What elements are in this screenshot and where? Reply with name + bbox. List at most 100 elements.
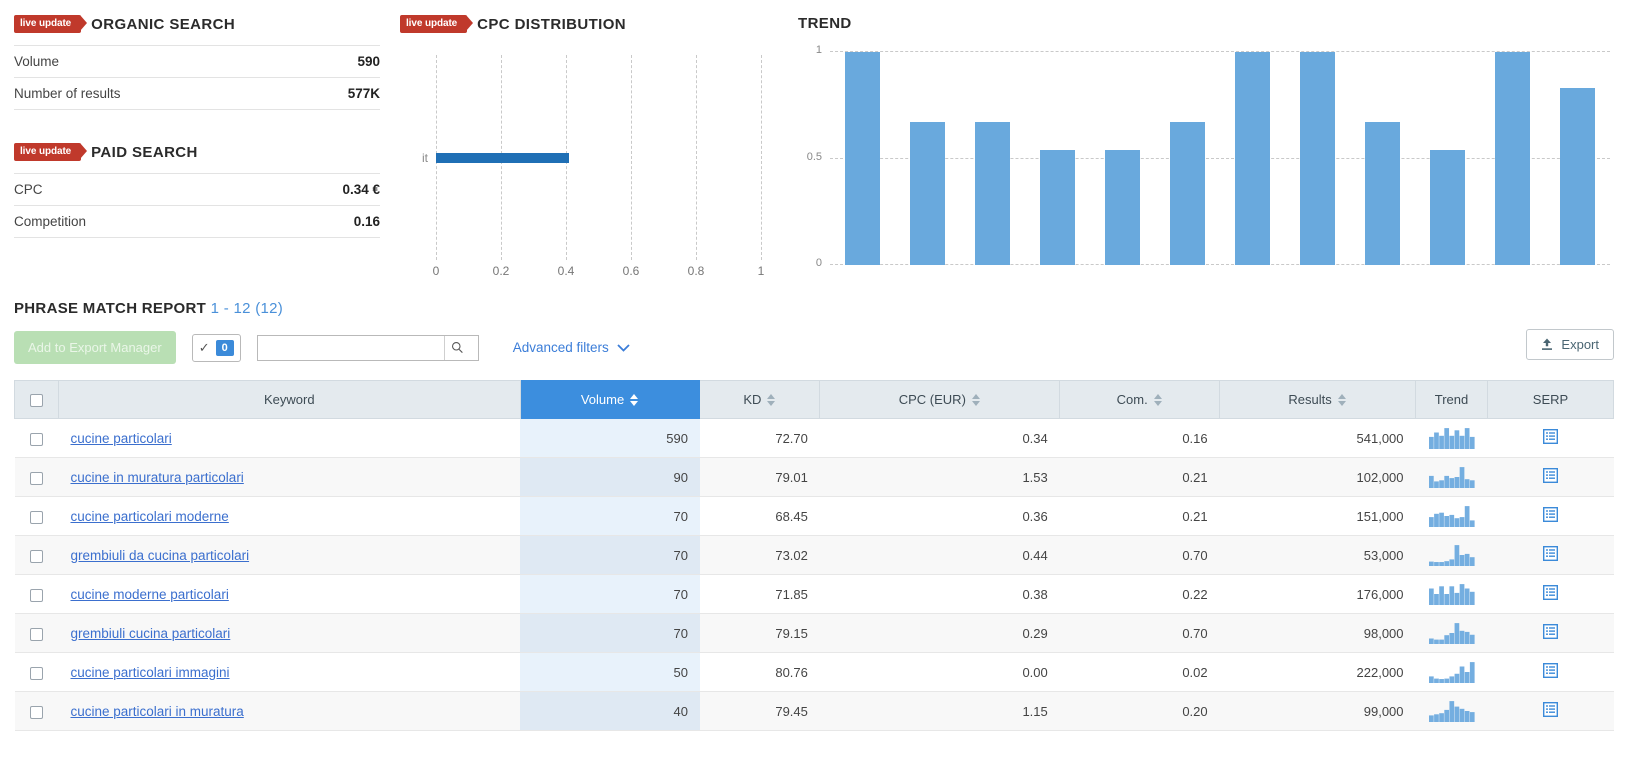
cell-serp <box>1487 652 1614 692</box>
row-checkbox[interactable] <box>29 705 43 719</box>
cell-results: 99,000 <box>1219 691 1416 731</box>
top-widgets-row: live update ORGANIC SEARCH Volume 590 Nu… <box>0 0 1628 278</box>
cpc-gridline <box>696 55 697 260</box>
serp-list-icon[interactable] <box>1542 701 1559 720</box>
cpc-bar <box>436 152 570 163</box>
selection-counter[interactable]: ✓ 0 <box>191 333 241 362</box>
cell-keyword: grembiuli da cucina particolari <box>58 535 521 575</box>
cell-volume: 40 <box>520 691 700 731</box>
keyword-link[interactable]: grembiuli cucina particolari <box>70 626 230 641</box>
cpc-gridline <box>631 55 632 260</box>
keyword-link[interactable]: cucine particolari <box>70 431 171 446</box>
trend-bar-slot <box>1025 52 1090 265</box>
row-checkbox[interactable] <box>29 549 43 563</box>
keyword-link[interactable]: cucine particolari moderne <box>70 509 228 524</box>
cell-kd: 73.02 <box>699 535 820 575</box>
trend-bar-slot <box>830 52 895 265</box>
table-row[interactable]: grembiuli cucina particolari 70 79.15 0.29 0… <box>14 613 1614 653</box>
row-select-cell[interactable] <box>14 457 59 497</box>
serp-list-icon[interactable] <box>1542 545 1559 564</box>
keyword-link[interactable]: grembiuli da cucina particolari <box>70 548 249 563</box>
row-select-cell[interactable] <box>14 691 59 731</box>
serp-glyph <box>1542 584 1559 601</box>
cpc-distribution-chart: it <box>422 55 762 260</box>
serp-list-icon[interactable] <box>1542 662 1559 681</box>
cell-keyword: grembiuli cucina particolari <box>58 613 521 653</box>
export-button[interactable]: Export <box>1526 329 1614 360</box>
cell-results: 98,000 <box>1219 613 1416 653</box>
report-toolbar: Add to Export Manager ✓ 0 Advanced filte… <box>14 329 1614 364</box>
cell-serp <box>1487 574 1614 614</box>
table-body: cucine particolari 590 72.70 0.34 0.16 541,00… <box>14 418 1614 731</box>
cell-keyword: cucine particolari in muratura <box>58 691 521 731</box>
cell-cpc: 0.34 <box>819 418 1060 458</box>
trend-bar-slot <box>1155 52 1220 265</box>
table-row[interactable]: grembiuli da cucina particolari 70 73.02 0.… <box>14 535 1614 575</box>
serp-list-icon[interactable] <box>1542 623 1559 642</box>
column-header-keyword[interactable]: Keyword <box>57 380 521 419</box>
table-row[interactable]: cucine particolari 590 72.70 0.34 0.16 541,00… <box>14 418 1614 458</box>
serp-list-icon[interactable] <box>1542 506 1559 525</box>
serp-list-icon[interactable] <box>1542 584 1559 603</box>
column-header-com[interactable]: Com. <box>1059 380 1221 419</box>
trend-bar-slot <box>1220 52 1285 265</box>
column-header-cpc[interactable]: CPC (EUR) <box>819 380 1061 419</box>
cpc-x-tick-label: 0.6 <box>622 264 640 278</box>
search-input[interactable] <box>257 335 444 360</box>
column-header-results[interactable]: Results <box>1219 380 1417 419</box>
table-row[interactable]: cucine particolari in muratura 40 79.45 1.1… <box>14 691 1614 731</box>
row-select-cell[interactable] <box>14 418 59 458</box>
column-label-results: Results <box>1288 392 1332 407</box>
paid-cpc-label: CPC <box>14 182 43 197</box>
row-checkbox[interactable] <box>29 588 43 602</box>
row-checkbox[interactable] <box>29 627 43 641</box>
cell-cpc: 1.53 <box>819 457 1060 497</box>
trend-bar-slot <box>960 52 1025 265</box>
search-icon[interactable] <box>443 335 470 360</box>
table-header: Keyword Volume KD CPC (EUR) Com. Results… <box>14 380 1614 419</box>
sort-arrows-icon <box>767 393 776 407</box>
live-update-badge: live update <box>400 15 474 33</box>
keyword-link[interactable]: cucine particolari in muratura <box>70 704 243 719</box>
cell-results: 102,000 <box>1219 457 1416 497</box>
cell-volume: 70 <box>520 535 700 575</box>
select-all-header[interactable] <box>14 380 59 419</box>
table-row[interactable]: cucine particolari moderne 70 68.45 0.36 0.2… <box>14 496 1614 536</box>
add-to-export-manager-button[interactable]: Add to Export Manager <box>14 331 176 364</box>
cell-keyword: cucine particolari moderne <box>58 496 521 536</box>
trend-bar <box>1234 52 1271 265</box>
column-header-volume[interactable]: Volume <box>519 380 701 419</box>
export-label: Export <box>1561 337 1599 352</box>
row-checkbox[interactable] <box>29 666 43 680</box>
row-select-cell[interactable] <box>14 496 59 536</box>
select-all-checkbox[interactable] <box>29 394 43 408</box>
cpc-distribution-title: CPC DISTRIBUTION <box>477 15 627 33</box>
keyword-link[interactable]: cucine moderne particolari <box>70 587 228 602</box>
row-checkbox[interactable] <box>29 471 43 485</box>
serp-list-icon[interactable] <box>1542 467 1559 486</box>
table-row[interactable]: cucine particolari immagini 50 80.76 0.00 0.… <box>14 652 1614 692</box>
cell-cpc: 0.38 <box>819 574 1060 614</box>
row-checkbox[interactable] <box>29 510 43 524</box>
keyword-link[interactable]: cucine in muratura particolari <box>70 470 243 485</box>
paid-competition-value: 0.16 <box>353 214 380 229</box>
row-select-cell[interactable] <box>14 652 59 692</box>
table-row[interactable]: cucine in muratura particolari 90 79.01 1.5… <box>14 457 1614 497</box>
advanced-filters-toggle[interactable]: Advanced filters <box>513 340 630 355</box>
row-checkbox[interactable] <box>29 432 43 446</box>
row-select-cell[interactable] <box>14 535 59 575</box>
serp-list-icon[interactable] <box>1542 428 1559 447</box>
cell-kd: 79.45 <box>699 691 820 731</box>
table-row[interactable]: cucine moderne particolari 70 71.85 0.38 0.2… <box>14 574 1614 614</box>
cpc-x-tick-label: 0.4 <box>557 264 575 278</box>
keyword-link[interactable]: cucine particolari immagini <box>70 665 229 680</box>
cell-com: 0.21 <box>1059 496 1220 536</box>
row-select-cell[interactable] <box>14 574 59 614</box>
serp-glyph <box>1542 701 1559 718</box>
trend-y-tick-label: 0.5 <box>806 150 822 163</box>
trend-bar <box>1494 52 1531 265</box>
row-select-cell[interactable] <box>14 613 59 653</box>
cell-keyword: cucine particolari immagini <box>58 652 521 692</box>
column-header-kd[interactable]: KD <box>699 380 821 419</box>
cell-volume: 70 <box>520 613 700 653</box>
